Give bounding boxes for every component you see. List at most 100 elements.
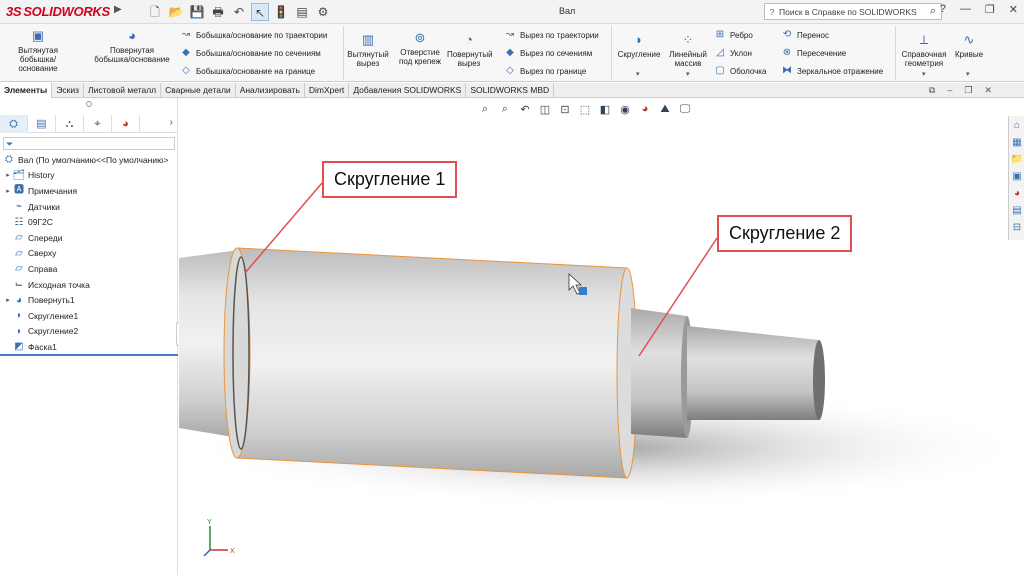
apply-scene-icon[interactable]: ⛰ [658,103,672,116]
minimize-button[interactable]: — [960,3,971,16]
tile-icon[interactable]: ⧉ [929,85,935,96]
zoom-to-fit-icon[interactable]: ⌕ [478,103,492,116]
mirror-button[interactable]: ⧓ Зеркальное отражение [781,65,883,77]
dynamic-annotation-icon[interactable]: ⊡ [558,103,572,116]
tree-item-sensors[interactable]: ⌁ Датчики [0,199,178,215]
tree-root[interactable]: ⛭ Вал (По умолчанию<<По умолчанию> [0,152,178,168]
close-button[interactable]: ✕ [1009,3,1018,16]
solidworks-resources-icon[interactable]: ⌂ [1010,118,1024,133]
help-search[interactable]: ? Поиск в Справке по SOLIDWORKS ⌕ [764,3,942,20]
feature-manager-tab-icon[interactable]: ⛭ [0,115,28,133]
tab-addins[interactable]: Добавления SOLIDWORKS [349,83,467,98]
select-icon[interactable]: ↖ [251,3,269,21]
tree-item-front-plane[interactable]: ▱ Спереди [0,230,178,246]
curves-dropdown-icon[interactable]: ▾ [966,70,970,78]
tab-mbd[interactable]: SOLIDWORKS MBD [466,83,555,98]
fillet-dropdown-icon[interactable]: ▾ [636,70,640,78]
dimxpert-manager-tab-icon[interactable]: ⌖ [84,115,112,133]
section-view-icon[interactable]: ◫ [538,103,552,116]
help-search-input[interactable]: Поиск в Справке по SOLIDWORKS [779,7,917,17]
rebuild-icon[interactable]: 🚦 [272,3,290,21]
tree-item-chamfer1[interactable]: ◩ Фаска1 [0,339,178,355]
rollback-bar[interactable] [0,354,178,356]
tab-sheet-metal[interactable]: Листовой металл [84,83,162,98]
tree-item-material[interactable]: ☷ 09Г2С [0,214,178,230]
tree-item-right-plane[interactable]: ▱ Справа [0,261,178,277]
appearances-icon[interactable]: ◕ [1010,186,1024,201]
revolved-cut-button[interactable]: ◔ Повернутый вырез [447,32,493,68]
fillet-button[interactable]: ◗ Скругление [614,32,664,59]
reference-geometry-dropdown-icon[interactable]: ▾ [922,70,926,78]
menu-expand-arrow-icon[interactable]: ▶ [114,4,124,20]
tree-item-top-plane[interactable]: ▱ Сверху [0,246,178,262]
filter-icon[interactable]: ⏷ [3,137,175,150]
tab-weldments[interactable]: Сварные детали [161,83,236,98]
expand-icon[interactable]: ▸ [4,187,12,195]
reference-geometry-button[interactable]: ⟂ Справочная геометрия [898,32,950,68]
tree-item-fillet2[interactable]: ◗ Скругление2 [0,324,178,340]
tab-dimxpert[interactable]: DimXpert [305,83,350,98]
file-properties-icon[interactable]: ▤ [293,3,311,21]
file-explorer-icon[interactable]: 📁 [1010,152,1024,167]
lofted-cut-button[interactable]: ◆ Вырез по сечениям [504,47,592,59]
zoom-to-area-icon[interactable]: ⌕ [498,103,512,116]
boundary-cut-button[interactable]: ◇ Вырез по границе [504,65,586,77]
display-style-icon[interactable]: ◧ [598,103,612,116]
lofted-boss-button[interactable]: ◆ Бобышка/основание по сечениям [180,47,321,59]
undo-icon[interactable]: ↶ [230,3,248,21]
linear-pattern-button[interactable]: ⁘ Линейный массив [667,32,709,68]
extruded-cut-button[interactable]: ▥ Вытянутый вырез [346,32,390,68]
swept-boss-button[interactable]: ↝ Бобышка/основание по траектории [180,29,328,41]
tree-item-origin[interactable]: ⌙ Исходная точка [0,277,178,293]
graphics-viewport[interactable] [179,98,1008,575]
design-library-icon[interactable]: ▦ [1010,135,1024,150]
draft-button[interactable]: ◿ Уклон [714,47,752,59]
restore-button[interactable]: ❐ [985,3,995,16]
tree-item-fillet1[interactable]: ◗ Скругление1 [0,308,178,324]
search-icon[interactable]: ⌕ [925,5,941,18]
save-icon[interactable]: 💾 [188,3,206,21]
edit-appearance-icon[interactable]: ◕ [638,103,652,116]
display-manager-tab-icon[interactable]: ◕ [112,115,140,133]
pattern-dropdown-icon[interactable]: ▾ [686,70,690,78]
solidworks-logo[interactable]: 3S SOLIDWORKS [6,4,110,19]
tab-features[interactable]: Элементы [0,83,53,98]
intersect-button[interactable]: ⊗ Пересечение [781,47,846,59]
doc-minimize-icon[interactable]: – [947,85,952,96]
wrap-button[interactable]: ⟲ Перенос [781,29,829,41]
panel-grip-icon[interactable] [86,101,92,107]
custom-properties-icon[interactable]: ▤ [1010,203,1024,218]
shell-button[interactable]: ▢ Оболочка [714,65,766,77]
shaft-model[interactable] [179,98,1008,575]
tree-item-annotations[interactable]: ▸ 🅰 Примечания [0,183,178,199]
view-palette-icon[interactable]: ▣ [1010,169,1024,184]
tree-item-revolve1[interactable]: ▸ ◕ Повернуть1 [0,292,178,308]
doc-restore-icon[interactable]: ❐ [964,85,972,96]
view-orientation-icon[interactable]: ⬚ [578,103,592,116]
swept-cut-button[interactable]: ↝ Вырез по траектории [504,29,599,41]
print-icon[interactable]: 🖶 [209,3,227,21]
hide-show-items-icon[interactable]: ◉ [618,103,632,116]
view-settings-icon[interactable]: 🖵 [678,103,692,116]
configuration-manager-tab-icon[interactable]: ⛬ [56,115,84,133]
hole-wizard-button[interactable]: ⊚ Отверстие под крепеж [395,30,445,66]
doc-close-icon[interactable]: ✕ [984,85,992,96]
rib-button[interactable]: ⊞ Ребро [714,29,753,41]
tab-evaluate[interactable]: Анализировать [236,83,305,98]
tree-item-history[interactable]: ▸ 🗂 History [0,168,178,184]
previous-view-icon[interactable]: ↶ [518,103,532,116]
new-icon[interactable]: 🗋 [146,3,164,21]
expand-icon[interactable]: ▸ [4,296,12,304]
revolved-boss-button[interactable]: ◕ Повернутая бобышка/основание [92,28,172,64]
extruded-boss-button[interactable]: ▣ Вытянутая бобышка/основание [6,28,70,73]
expand-icon[interactable]: ▸ [4,171,12,179]
boundary-boss-button[interactable]: ◇ Бобышка/основание на границе [180,65,315,77]
tab-sketch[interactable]: Эскиз [52,83,85,98]
options-icon[interactable]: ⚙ [314,3,332,21]
forum-icon[interactable]: ⊟ [1010,220,1024,235]
curves-button[interactable]: ∿ Кривые [952,32,986,59]
help-button[interactable]: ? [940,3,946,16]
panel-scroll-arrow-icon[interactable]: › [170,117,173,128]
open-icon[interactable]: 📂 [167,3,185,21]
property-manager-tab-icon[interactable]: ▤ [28,115,56,133]
